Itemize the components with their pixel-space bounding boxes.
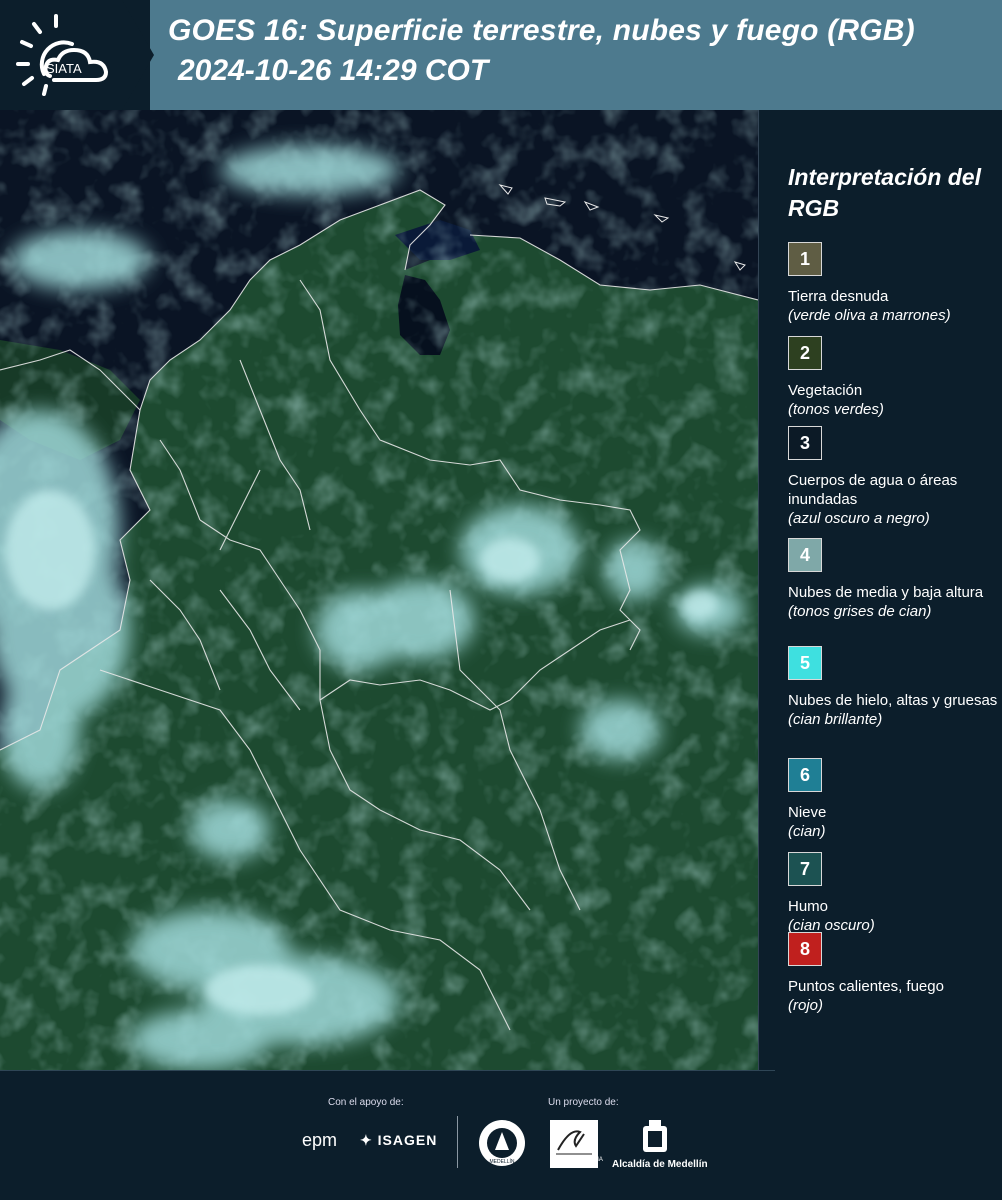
legend-swatch: 3: [788, 426, 822, 460]
legend-label: Nubes de hielo, altas y gruesas: [788, 692, 998, 709]
alcaldia-text: Alcaldía de Medellín: [612, 1159, 708, 1170]
legend-label: Humo: [788, 898, 829, 915]
isagen-text: ISAGEN: [377, 1132, 438, 1148]
map-divider: [758, 110, 759, 1070]
legend-label: Puntos calientes, fuego: [788, 978, 944, 995]
map-image: [0, 110, 758, 1070]
legend-desc: (cian): [788, 823, 826, 840]
legend-swatch: 6: [788, 758, 822, 792]
legend-item: 7 Humo (cian oscuro): [788, 852, 998, 935]
legend-swatch: 2: [788, 336, 822, 370]
legend-swatch: 4: [788, 538, 822, 572]
legend-item: 4 Nubes de media y baja altura (tonos gris…: [788, 538, 998, 621]
legend-swatch: 5: [788, 646, 822, 680]
legend-label: Cuerpos de agua o áreas inundadas: [788, 472, 958, 508]
legend-swatch: 8: [788, 932, 822, 966]
legend-desc: (verde oliva a marrones): [788, 307, 951, 324]
legend-desc: (azul oscuro a negro): [788, 510, 930, 527]
header-bar: SIATA GOES 16: Superficie terrestre, nub…: [0, 0, 1002, 110]
legend-label: Nubes de media y baja altura: [788, 584, 984, 601]
alcaldia-crest-icon[interactable]: [641, 1118, 669, 1156]
footer: Con el apoyo de: Un proyecto de: epm ✦ I…: [0, 1070, 1002, 1200]
legend-label: Vegetación: [788, 382, 863, 399]
legend-desc: (rojo): [788, 997, 824, 1014]
support-label: Con el apoyo de:: [328, 1097, 404, 1108]
footer-rule: [0, 1070, 775, 1071]
legend-desc: (tonos grises de cian): [788, 603, 932, 620]
legend-item: 2 Vegetación (tonos verdes): [788, 336, 998, 419]
satellite-map[interactable]: [0, 110, 758, 1070]
legend-label: Tierra desnuda: [788, 288, 889, 305]
epm-logo[interactable]: epm: [302, 1130, 337, 1151]
timestamp: 2024-10-26 14:29 COT: [178, 54, 489, 87]
isagen-icon: ✦: [360, 1132, 378, 1148]
legend-title: Interpretación del RGB: [788, 164, 981, 221]
area-metropolitana-text: METROPOLITANA: [552, 1157, 603, 1163]
svg-text:SIATA: SIATA: [46, 61, 82, 76]
legend-item: 1 Tierra desnuda (verde oliva a marrones): [788, 242, 998, 325]
page-title: GOES 16: Superficie terrestre, nubes y f…: [168, 14, 915, 47]
legend-label: Nieve: [788, 804, 827, 821]
siata-logo[interactable]: SIATA: [14, 14, 126, 96]
legend-desc: (tonos verdes): [788, 401, 884, 418]
project-label: Un proyecto de:: [548, 1097, 619, 1108]
legend-panel: Interpretación del RGB 1 Tierra desnuda (v…: [770, 110, 1002, 1070]
legend-desc: (cian brillante): [788, 711, 883, 728]
legend-item: 5 Nubes de hielo, altas y gruesas (cian br…: [788, 646, 998, 729]
isagen-logo[interactable]: ✦ ISAGEN: [360, 1132, 437, 1149]
footer-divider: [457, 1116, 458, 1168]
svg-text:MEDELLÍN: MEDELLÍN: [489, 1158, 514, 1165]
legend-swatch: 7: [788, 852, 822, 886]
logo-chevron: [120, 0, 154, 110]
legend-swatch: 1: [788, 242, 822, 276]
legend-item: 6 Nieve (cian): [788, 758, 998, 841]
legend-item: 8 Puntos calientes, fuego (rojo): [788, 932, 998, 1015]
legend-item: 3 Cuerpos de agua o áreas inundadas (azul …: [788, 426, 998, 528]
medellin-seal-icon[interactable]: MEDELLÍN: [477, 1118, 527, 1168]
